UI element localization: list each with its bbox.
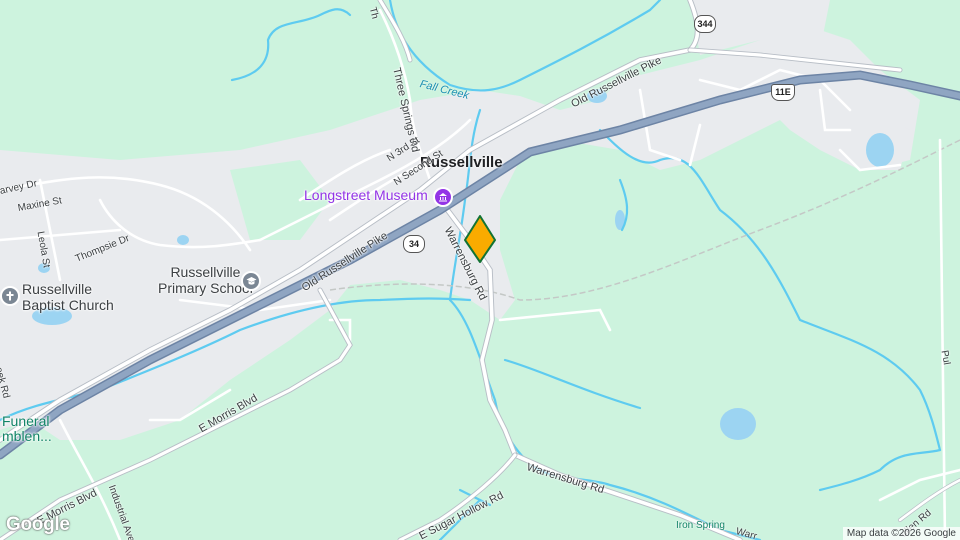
museum-icon[interactable] xyxy=(433,187,453,207)
school-label[interactable]: Russellville Primary School xyxy=(158,264,253,296)
school-label-line2: Primary School xyxy=(158,280,253,296)
map-base-layer xyxy=(0,0,960,540)
location-marker-icon[interactable] xyxy=(463,214,497,264)
route-34-shield: 34 xyxy=(403,235,425,253)
museum-glyph-icon xyxy=(439,193,447,202)
map-canvas[interactable]: Russellville Fall Creek Longstreet Museu… xyxy=(0,0,960,540)
us-11e-shield: 11E xyxy=(771,84,795,101)
school-label-line1: Russellville xyxy=(170,264,241,280)
route-344-shield: 344 xyxy=(694,15,716,33)
church-label-line1: Russellville xyxy=(22,281,93,297)
iron-spring-label[interactable]: Iron Spring xyxy=(676,520,725,531)
graduation-cap-icon xyxy=(246,277,256,285)
funeral-label-line2: mblen... xyxy=(2,428,52,444)
map-attribution[interactable]: Map data ©2026 Google xyxy=(842,527,960,540)
pul-fragment-label: Pul xyxy=(938,349,952,366)
google-logo: Google xyxy=(6,514,70,535)
cross-icon xyxy=(6,291,14,301)
church-label-line2: Baptist Church xyxy=(22,297,114,313)
museum-label[interactable]: Longstreet Museum xyxy=(304,187,428,203)
funeral-label-line1: Funeral xyxy=(2,413,50,429)
church-label[interactable]: Russellville Baptist Church xyxy=(22,281,114,313)
school-icon[interactable] xyxy=(241,271,261,291)
funeral-home-label[interactable]: Funeral mblen... xyxy=(2,414,52,444)
church-icon[interactable] xyxy=(0,286,20,306)
